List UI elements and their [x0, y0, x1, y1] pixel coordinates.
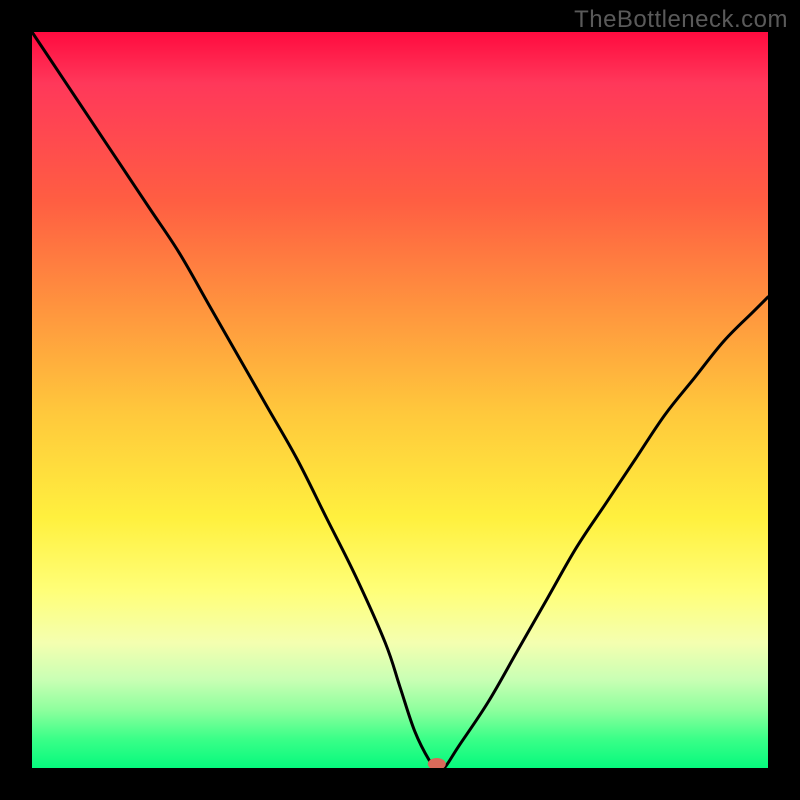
watermark-text: TheBottleneck.com — [574, 6, 788, 34]
plot-area — [32, 32, 768, 768]
curve-layer — [32, 32, 768, 768]
bottleneck-curve — [32, 32, 768, 768]
chart-frame: TheBottleneck.com — [0, 0, 800, 800]
